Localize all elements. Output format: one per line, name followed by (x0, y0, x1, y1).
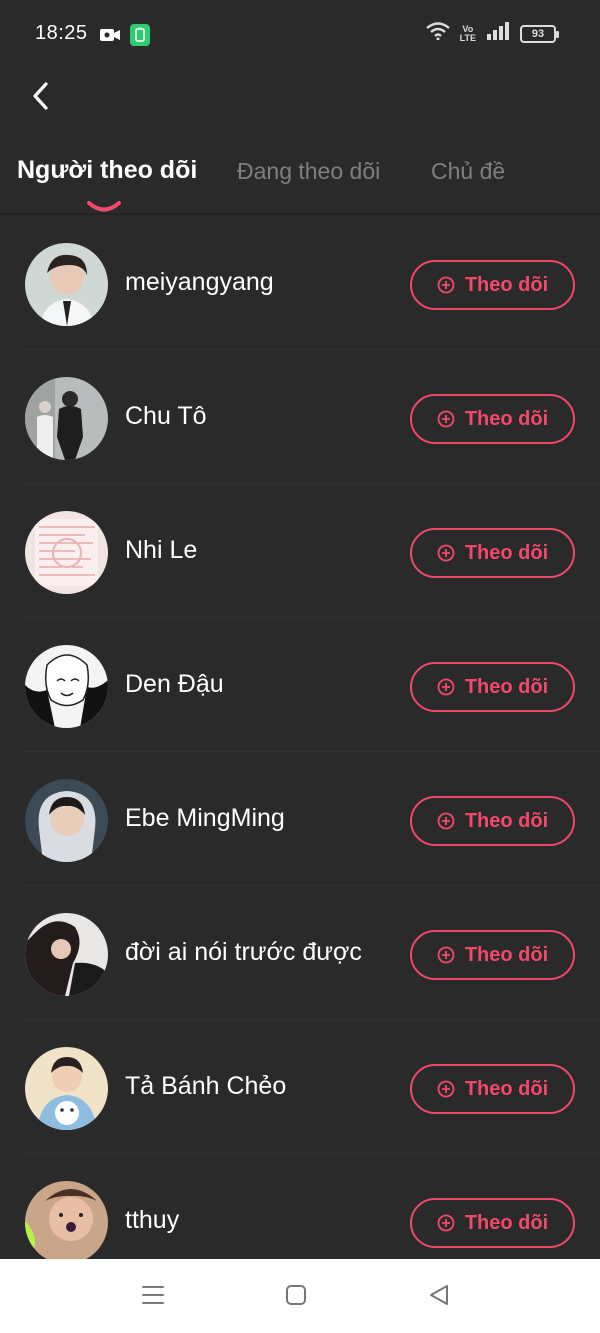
follow-button-label: Theo dõi (464, 943, 549, 966)
follow-button[interactable]: Theo dõi (410, 1198, 575, 1248)
username[interactable]: tthuy (125, 1206, 179, 1235)
username[interactable]: đời ai nói trước được (125, 938, 362, 967)
followers-screen: 18:25 Vo LTE 93 Người theo dõi Đang theo… (0, 0, 600, 1333)
triangle-back-icon (430, 1285, 448, 1305)
plus-circle-icon (437, 812, 455, 830)
nav-back-button[interactable] (426, 1283, 456, 1309)
square-home-icon (286, 1285, 306, 1305)
tab-topics[interactable]: Chủ đề (431, 158, 505, 185)
avatar[interactable] (25, 243, 108, 326)
follow-button[interactable]: Theo dõi (410, 930, 575, 980)
follow-button-label: Theo dõi (464, 541, 549, 564)
status-time: 18:25 (35, 22, 88, 44)
active-tab-indicator (87, 201, 121, 212)
nav-menu-button[interactable] (140, 1283, 170, 1309)
follow-button-label: Theo dõi (464, 407, 549, 430)
username[interactable]: meiyangyang (125, 268, 274, 297)
app-notification-icon (130, 24, 150, 51)
status-right-icons: Vo LTE 93 (425, 22, 559, 45)
plus-circle-icon (437, 678, 455, 696)
signal-icon (486, 22, 510, 45)
avatar[interactable] (25, 1047, 108, 1130)
menu-icon (142, 1286, 164, 1304)
follow-button[interactable]: Theo dõi (410, 528, 575, 578)
status-bar: 18:25 Vo LTE 93 (0, 0, 600, 70)
plus-circle-icon (437, 946, 455, 964)
avatar[interactable] (25, 913, 108, 996)
back-button[interactable] (22, 76, 58, 116)
list-item: Nhi Le Theo dõi (0, 484, 600, 618)
follower-list: meiyangyang Theo dõi Chu Tô Theo dõi Nhi… (0, 216, 600, 1288)
avatar[interactable] (25, 377, 108, 460)
volte-indicator: Vo LTE (459, 24, 476, 43)
tab-bar: Người theo dõi Đang theo dõi Chủ đề (0, 150, 600, 214)
plus-circle-icon (437, 544, 455, 562)
nav-home-button[interactable] (283, 1283, 313, 1309)
avatar[interactable] (25, 779, 108, 862)
avatar[interactable] (25, 645, 108, 728)
username[interactable]: Chu Tô (125, 402, 207, 431)
plus-circle-icon (437, 1214, 455, 1232)
follow-button[interactable]: Theo dõi (410, 394, 575, 444)
follow-button-label: Theo dõi (464, 1077, 549, 1100)
follow-button-label: Theo dõi (464, 675, 549, 698)
list-item: đời ai nói trước được Theo dõi (0, 886, 600, 1020)
follow-button[interactable]: Theo dõi (410, 1064, 575, 1114)
username[interactable]: Den Đậu (125, 670, 224, 699)
chevron-left-icon (33, 82, 48, 110)
volte-bottom: LTE (459, 32, 476, 43)
username[interactable]: Nhi Le (125, 536, 197, 565)
system-nav-bar (0, 1259, 600, 1333)
list-item: Den Đậu Theo dõi (0, 618, 600, 752)
plus-circle-icon (437, 1080, 455, 1098)
plus-circle-icon (437, 276, 455, 294)
avatar[interactable] (25, 511, 108, 594)
list-item: Ebe MingMing Theo dõi (0, 752, 600, 886)
list-item: meiyangyang Theo dõi (0, 216, 600, 350)
tabs-divider (0, 213, 600, 215)
follow-button[interactable]: Theo dõi (410, 260, 575, 310)
follow-button-label: Theo dõi (464, 273, 549, 296)
follow-button-label: Theo dõi (464, 1211, 549, 1234)
video-call-icon (100, 27, 120, 48)
username[interactable]: Ebe MingMing (125, 804, 285, 833)
follow-button[interactable]: Theo dõi (410, 796, 575, 846)
list-item: Tả Bánh Chẻo Theo dõi (0, 1020, 600, 1154)
follow-button[interactable]: Theo dõi (410, 662, 575, 712)
list-item: Chu Tô Theo dõi (0, 350, 600, 484)
plus-circle-icon (437, 410, 455, 428)
tab-followers[interactable]: Người theo dõi (17, 156, 197, 185)
username[interactable]: Tả Bánh Chẻo (125, 1072, 286, 1101)
follow-button-label: Theo dõi (464, 809, 549, 832)
avatar[interactable] (25, 1181, 108, 1264)
wifi-icon (425, 22, 450, 45)
status-left-icons (100, 24, 150, 51)
tab-following[interactable]: Đang theo dõi (237, 158, 380, 185)
battery-indicator: 93 (520, 24, 559, 43)
